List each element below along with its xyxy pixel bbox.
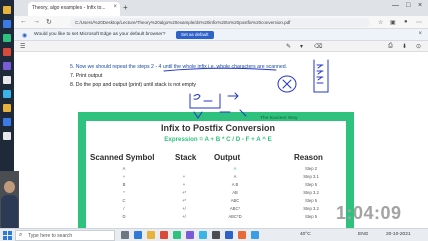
- app-icon[interactable]: [3, 104, 11, 112]
- webcam-thumbnail: [0, 171, 19, 229]
- app-taskbar-icon[interactable]: [212, 231, 220, 239]
- pdf-toolbar: ☰ ✎ ▾ ⌫ ⎙ ⬇ ⊙: [14, 41, 428, 52]
- minimize-button[interactable]: —: [392, 2, 399, 9]
- presenter-body: [1, 195, 18, 229]
- close-infobar-icon[interactable]: ×: [418, 31, 422, 37]
- windows-taskbar: ⌕ Type here to search 40°C ENG 20-10-202…: [0, 228, 428, 241]
- edge-icon: ◉: [22, 33, 28, 39]
- refresh-icon[interactable]: ↻: [46, 18, 52, 26]
- search-placeholder: Type here to search: [28, 233, 73, 239]
- app-taskbar-icon[interactable]: [186, 231, 194, 239]
- address-row: ← → ↻ C:/Users/%20Desktop/Lecture/Theory…: [14, 16, 428, 29]
- explorer-icon[interactable]: [147, 231, 155, 239]
- address-bar[interactable]: C:/Users/%20Desktop/Lecture/Theory%20alg…: [70, 18, 370, 27]
- app-icon[interactable]: [3, 34, 11, 42]
- new-tab-button[interactable]: +: [123, 3, 128, 12]
- maximize-button[interactable]: □: [406, 2, 410, 9]
- app-icon[interactable]: [3, 90, 11, 98]
- taskview-icon[interactable]: [121, 231, 129, 239]
- edge-taskbar-icon[interactable]: [134, 231, 142, 239]
- app-icon[interactable]: [3, 118, 11, 126]
- app-icon[interactable]: [3, 132, 11, 140]
- address-text: C:/Users/%20Desktop/Lecture/Theory%20alg…: [75, 20, 291, 25]
- save-icon[interactable]: ⬇: [402, 43, 407, 50]
- draw-icon[interactable]: ✎: [286, 43, 291, 50]
- app-taskbar-icon[interactable]: [238, 231, 246, 239]
- app-icon[interactable]: [3, 6, 11, 14]
- video-timestamp: 1:04:09: [336, 203, 402, 223]
- print-icon[interactable]: ⎙: [388, 43, 393, 50]
- app-taskbar-icon[interactable]: [173, 231, 181, 239]
- back-icon[interactable]: ←: [20, 18, 27, 25]
- close-tab-icon[interactable]: ×: [113, 4, 117, 10]
- infobar-message: Would you like to set Microsoft Edge as …: [34, 32, 166, 37]
- clock-date[interactable]: 20-10-2021: [386, 232, 411, 237]
- tab-bar: Theory, algo examples - Infix to... × + …: [14, 0, 428, 16]
- windows-start-icon[interactable]: [3, 231, 12, 240]
- chrome-icon[interactable]: [160, 231, 168, 239]
- default-browser-infobar: ◉ Would you like to set Microsoft Edge a…: [14, 29, 428, 41]
- taskbar-search-box[interactable]: ⌕ Type here to search: [15, 230, 115, 241]
- erase-icon[interactable]: ⌫: [314, 43, 322, 50]
- profile-icon[interactable]: ●: [404, 19, 408, 25]
- app-icon[interactable]: [3, 48, 11, 56]
- set-default-button[interactable]: Set as default: [176, 31, 214, 39]
- forward-icon[interactable]: →: [33, 18, 40, 25]
- favorite-icon[interactable]: ☆: [378, 19, 383, 26]
- presenter-head: [4, 181, 15, 193]
- pen-annotations: [163, 59, 329, 119]
- highlight-icon[interactable]: ▾: [300, 43, 303, 50]
- language-indicator[interactable]: ENG: [358, 232, 368, 237]
- app-icon[interactable]: [3, 76, 11, 84]
- tab-title: Theory, algo examples - Infix to...: [32, 5, 106, 11]
- app-icon[interactable]: [3, 62, 11, 70]
- pdf-page: 5. Now we should repeat the steps 2 - 4 …: [14, 52, 428, 228]
- browser-tab[interactable]: Theory, algo examples - Infix to... ×: [28, 2, 120, 16]
- more-icon[interactable]: ⋯: [416, 19, 422, 26]
- search-icon: ⌕: [19, 232, 23, 238]
- pin-icon[interactable]: ⊙: [416, 43, 421, 50]
- app-taskbar-icon[interactable]: [251, 231, 259, 239]
- app-icon[interactable]: [3, 20, 11, 28]
- weather-temp[interactable]: 40°C: [300, 232, 311, 237]
- app-taskbar-icon[interactable]: [225, 231, 233, 239]
- table-of-contents-icon[interactable]: ☰: [20, 43, 25, 50]
- close-window-button[interactable]: ×: [418, 2, 422, 9]
- app-taskbar-icon[interactable]: [199, 231, 207, 239]
- collections-icon[interactable]: ▣: [390, 19, 396, 26]
